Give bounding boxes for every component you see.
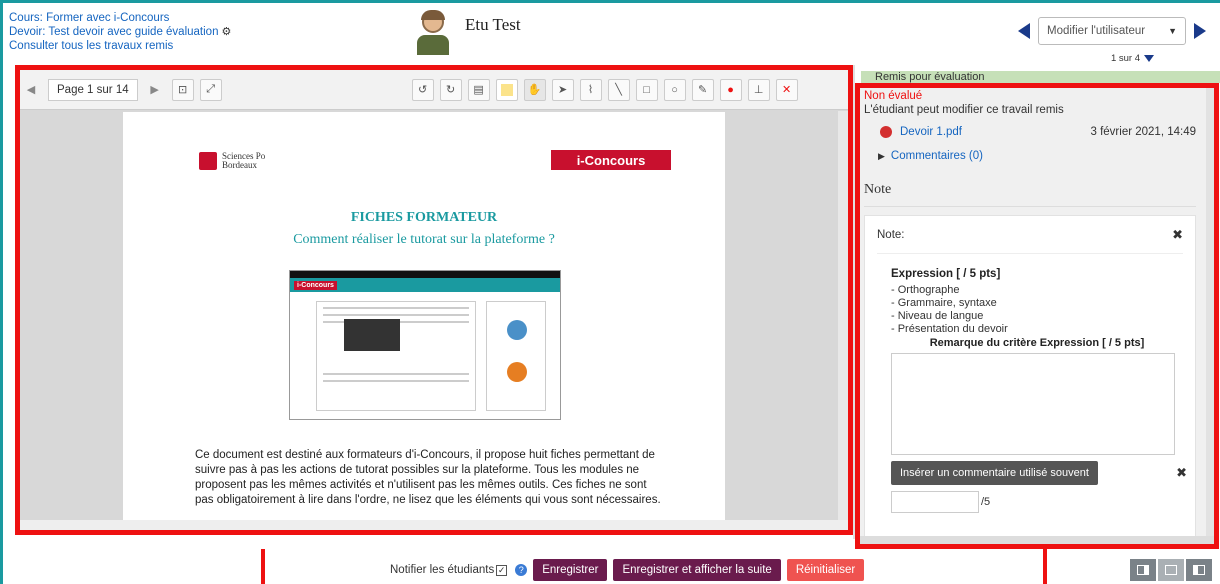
grading-status: Non évalué xyxy=(864,90,923,102)
criterion-items: - Orthographe - Grammaire, syntaxe - Niv… xyxy=(891,284,1183,336)
prev-page-icon[interactable]: ◀ xyxy=(20,79,42,101)
score-input[interactable] xyxy=(891,491,979,514)
layout-center-icon[interactable] xyxy=(1158,559,1184,581)
criterion-item: - Niveau de langue xyxy=(891,310,984,323)
user-select[interactable]: Modifier l'utilisateur ▼ xyxy=(1038,17,1186,45)
screenshot-thumbnail: i-Concours xyxy=(289,270,561,420)
help-icon[interactable]: ? xyxy=(515,564,528,576)
annotation-toolbar: ◀ Page 1 sur 14 ▶ ⊡ ⤢ ↺ ↻ ▤ ✋ ➤ ⌇ ╲ □ ○ … xyxy=(20,70,848,110)
insert-row: Insérer un commentaire utilisé souvent ✖ xyxy=(891,461,1187,486)
i-concours-logo: i-Concours xyxy=(551,150,671,170)
chevron-down-icon: ▼ xyxy=(1168,26,1177,36)
assignment-link[interactable]: Devoir: Test devoir avec guide évaluatio… xyxy=(9,25,231,39)
note-heading: Note xyxy=(864,182,1196,208)
grading-vertical-scrollbar[interactable] xyxy=(1206,88,1214,544)
submitted-file: Devoir 1.pdf 3 février 2021, 14:49 xyxy=(864,126,1196,138)
modifiable-notice: L'étudiant peut modifier ce travail remi… xyxy=(864,104,1064,116)
remark-label: Remarque du critère Expression [ / 5 pts… xyxy=(929,337,1145,350)
gear-icon[interactable]: ⚙ xyxy=(221,25,231,39)
insert-comment-button[interactable]: Insérer un commentaire utilisé souvent xyxy=(891,461,1098,486)
thumb-brand: i-Concours xyxy=(294,280,337,290)
sciences-po-logo: Sciences Po Bordeaux xyxy=(199,152,265,170)
pen-icon[interactable]: ✎ xyxy=(691,78,714,101)
rectangle-icon[interactable]: □ xyxy=(635,78,658,101)
count-label: 1 sur 4 xyxy=(1110,53,1140,64)
criterion-item: - Orthographe xyxy=(891,284,960,297)
color-icon[interactable]: ● xyxy=(719,78,742,101)
comments-label: Commentaires (0) xyxy=(890,150,983,163)
grading-panel: Non évalué L'étudiant peut modifier ce t… xyxy=(855,83,1219,549)
close-icon[interactable]: ✕ xyxy=(775,78,798,101)
header-links: Cours: Former avec i-Concours Devoir: Te… xyxy=(9,11,231,53)
oval-icon[interactable]: ○ xyxy=(663,78,686,101)
rotate-left-icon[interactable]: ↺ xyxy=(411,78,434,101)
expand-icon[interactable]: ⤢ xyxy=(199,78,222,101)
save-button[interactable]: Enregistrer xyxy=(533,559,608,581)
vertical-scrollbar[interactable] xyxy=(838,111,848,530)
pointer-icon[interactable]: ➤ xyxy=(551,78,574,101)
highlight-icon[interactable] xyxy=(495,78,518,101)
student-name: Etu Test xyxy=(465,15,521,34)
notify-label: Notifier les étudiants ✓ xyxy=(390,564,508,576)
page-select[interactable]: Page 1 sur 14 xyxy=(48,78,138,101)
user-count: 1 sur 4 xyxy=(1111,53,1154,64)
view-all-link[interactable]: Consulter tous les travaux remis xyxy=(9,39,231,53)
criterion-item: - Présentation du devoir xyxy=(891,323,1008,336)
save-and-next-button[interactable]: Enregistrer et afficher la suite xyxy=(613,559,781,581)
highlight-marker xyxy=(1043,549,1047,584)
course-link[interactable]: Cours: Former avec i-Concours xyxy=(9,11,231,25)
rotate-right-icon[interactable]: ↻ xyxy=(439,78,462,101)
grader-app: Cours: Former avec i-Concours Devoir: Te… xyxy=(0,0,1220,584)
submission-status-bar: Remis pour évaluation xyxy=(861,71,1220,83)
hand-icon[interactable]: ✋ xyxy=(523,78,546,101)
document-body: Ce document est destiné aux formateurs d… xyxy=(195,449,661,506)
expand-icon[interactable]: ✖ xyxy=(1172,227,1183,243)
notify-checkbox[interactable]: ✓ xyxy=(496,565,508,576)
search-icon[interactable]: ⊡ xyxy=(171,78,194,101)
score-row: /5 xyxy=(891,491,1183,514)
criterion-item: - Grammaire, syntaxe xyxy=(891,297,997,310)
horizontal-scrollbar[interactable] xyxy=(20,520,848,530)
user-navigation: Modifier l'utilisateur ▼ xyxy=(1018,17,1206,45)
file-link[interactable]: Devoir 1.pdf xyxy=(900,126,962,138)
comment-icon[interactable]: ▤ xyxy=(467,78,490,101)
caret-right-icon: ▶ xyxy=(878,151,885,162)
previous-user-icon[interactable] xyxy=(1018,23,1030,39)
student-info: Etu Test xyxy=(415,10,521,55)
avatar xyxy=(415,10,451,55)
remark-textarea[interactable] xyxy=(891,353,1175,456)
layout-toggle xyxy=(1130,559,1212,581)
grading-guide-card: Note: ✖ Expression [ / 5 pts] - Orthogra… xyxy=(864,215,1196,544)
layout-right-icon[interactable] xyxy=(1186,559,1212,581)
line-icon[interactable]: ╲ xyxy=(607,78,630,101)
note-header: Note: ✖ xyxy=(877,216,1183,255)
document-subtitle: Comment réaliser le tutorat sur la plate… xyxy=(293,232,555,247)
criterion-title: Expression [ / 5 pts] xyxy=(891,268,1001,281)
next-user-icon[interactable] xyxy=(1194,23,1206,39)
expand-comments-icon[interactable]: ✖ xyxy=(1176,465,1187,481)
note-label: Note: xyxy=(877,228,905,241)
highlight-marker xyxy=(261,549,265,584)
filter-icon[interactable] xyxy=(1144,55,1154,62)
stamp-icon[interactable]: ⌇ xyxy=(579,78,602,101)
layout-left-icon[interactable] xyxy=(1130,559,1156,581)
grading-horizontal-scrollbar[interactable] xyxy=(860,536,1214,544)
stamp-tool-icon[interactable]: ⊥ xyxy=(747,78,770,101)
document-title: FICHES FORMATEUR xyxy=(350,210,498,225)
next-page-icon[interactable]: ▶ xyxy=(144,79,166,101)
pdf-page: Sciences Po Bordeaux i-Concours FICHES F… xyxy=(123,112,725,530)
score-suffix: /5 xyxy=(981,496,991,509)
user-select-label: Modifier l'utilisateur xyxy=(1047,25,1146,37)
file-date: 3 février 2021, 14:49 xyxy=(1090,126,1197,139)
pdf-file-icon xyxy=(880,126,892,138)
pdf-annotator: ◀ Page 1 sur 14 ▶ ⊡ ⤢ ↺ ↻ ▤ ✋ ➤ ⌇ ╲ □ ○ … xyxy=(15,65,853,535)
comments-toggle[interactable]: ▶ Commentaires (0) xyxy=(864,150,1196,162)
footer-actions: Notifier les étudiants ✓ ? Enregistrer En… xyxy=(390,559,865,581)
reset-button[interactable]: Réinitialiser xyxy=(786,559,865,581)
